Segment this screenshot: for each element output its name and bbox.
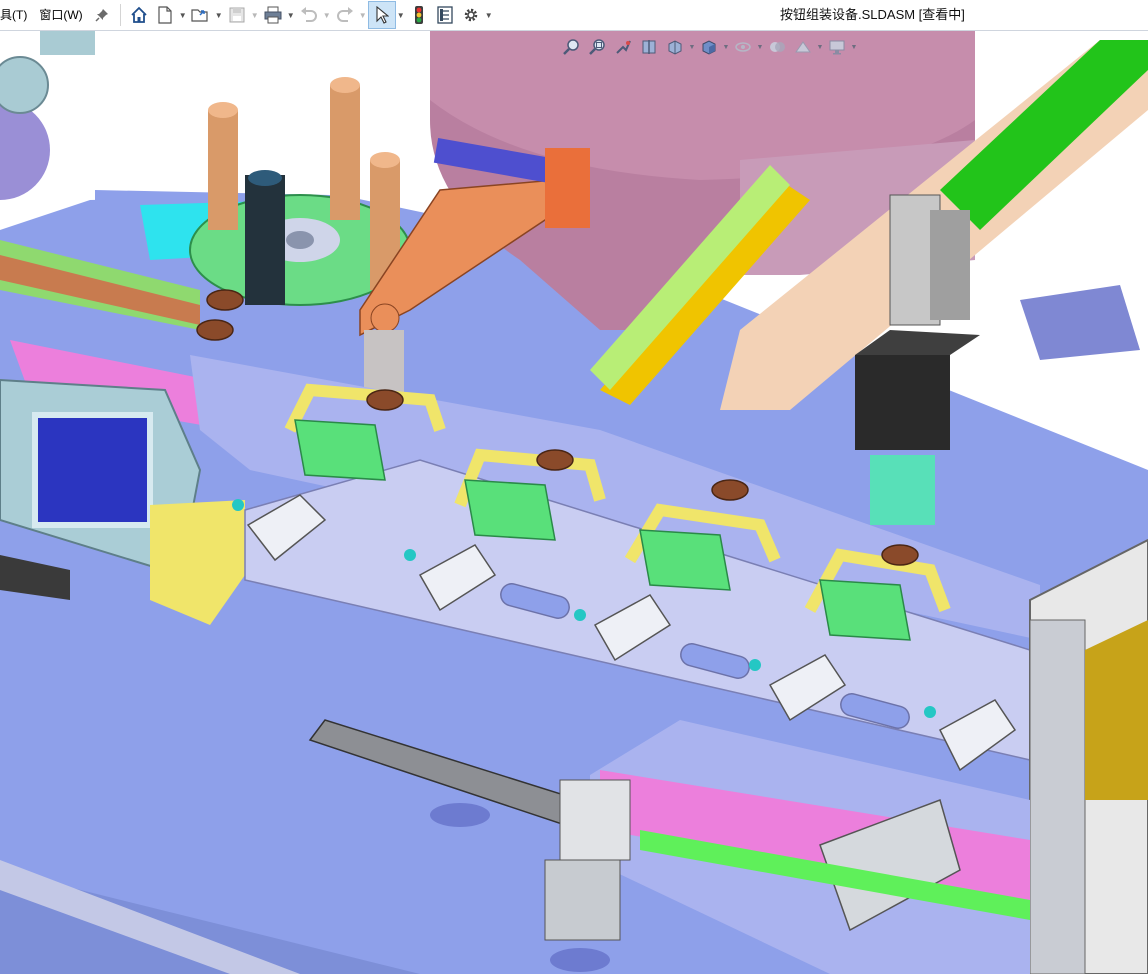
home-icon[interactable] [126, 0, 152, 30]
previous-view-icon[interactable] [610, 33, 636, 61]
open-dropdown-caret[interactable]: ▼ [214, 0, 224, 30]
view-orientation-icon[interactable] [662, 33, 688, 61]
document-title: 按钮组装设备.SLDASM [查看中] [780, 7, 965, 22]
heads-up-view-toolbar: ▼ ▼ ▼ ▼ ▼ [558, 33, 858, 61]
select-icon[interactable] [367, 1, 396, 29]
menu-window[interactable]: 窗口(W) [33, 0, 88, 30]
view-orientation-caret[interactable]: ▼ [688, 44, 696, 51]
print-dropdown-caret[interactable]: ▼ [286, 0, 296, 30]
redo-icon[interactable] [332, 0, 358, 30]
rebuild-icon[interactable] [406, 0, 432, 30]
apply-scene-caret[interactable]: ▼ [816, 44, 824, 51]
zoom-to-fit-icon[interactable] [558, 33, 584, 61]
hide-show-caret[interactable]: ▼ [756, 44, 764, 51]
zoom-area-icon[interactable] [584, 33, 610, 61]
new-document-icon[interactable] [152, 0, 178, 30]
view-settings-caret[interactable]: ▼ [850, 44, 858, 51]
select-dropdown-caret[interactable]: ▼ [396, 0, 406, 30]
redo-dropdown-caret[interactable]: ▼ [358, 0, 368, 30]
display-style-caret[interactable]: ▼ [722, 44, 730, 51]
section-view-icon[interactable] [636, 33, 662, 61]
options-dropdown-caret[interactable]: ▼ [484, 0, 494, 30]
title-bar: 具(T) 窗口(W) ▼ ▼ ▼ ▼ ▼ ▼ ▼ ▼ [0, 0, 1148, 31]
pin-icon[interactable] [89, 0, 115, 30]
undo-dropdown-caret[interactable]: ▼ [322, 0, 332, 30]
new-dropdown-caret[interactable]: ▼ [178, 0, 188, 30]
display-style-icon[interactable] [696, 33, 722, 61]
motor [855, 355, 950, 450]
undo-icon[interactable] [296, 0, 322, 30]
view-settings-icon[interactable] [824, 33, 850, 61]
file-properties-icon[interactable] [432, 0, 458, 30]
options-icon[interactable] [458, 0, 484, 30]
graphics-area[interactable] [0, 31, 1148, 974]
assembly-model[interactable] [0, 31, 1148, 974]
save-icon[interactable] [224, 0, 250, 30]
hide-show-items-icon[interactable] [730, 33, 756, 61]
menu-tools[interactable]: 具(T) [0, 0, 33, 30]
edit-appearance-icon[interactable] [764, 33, 790, 61]
open-icon[interactable] [188, 0, 214, 30]
toolbar-separator [119, 4, 121, 26]
print-icon[interactable] [260, 0, 286, 30]
save-dropdown-caret[interactable]: ▼ [250, 0, 260, 30]
apply-scene-icon[interactable] [790, 33, 816, 61]
